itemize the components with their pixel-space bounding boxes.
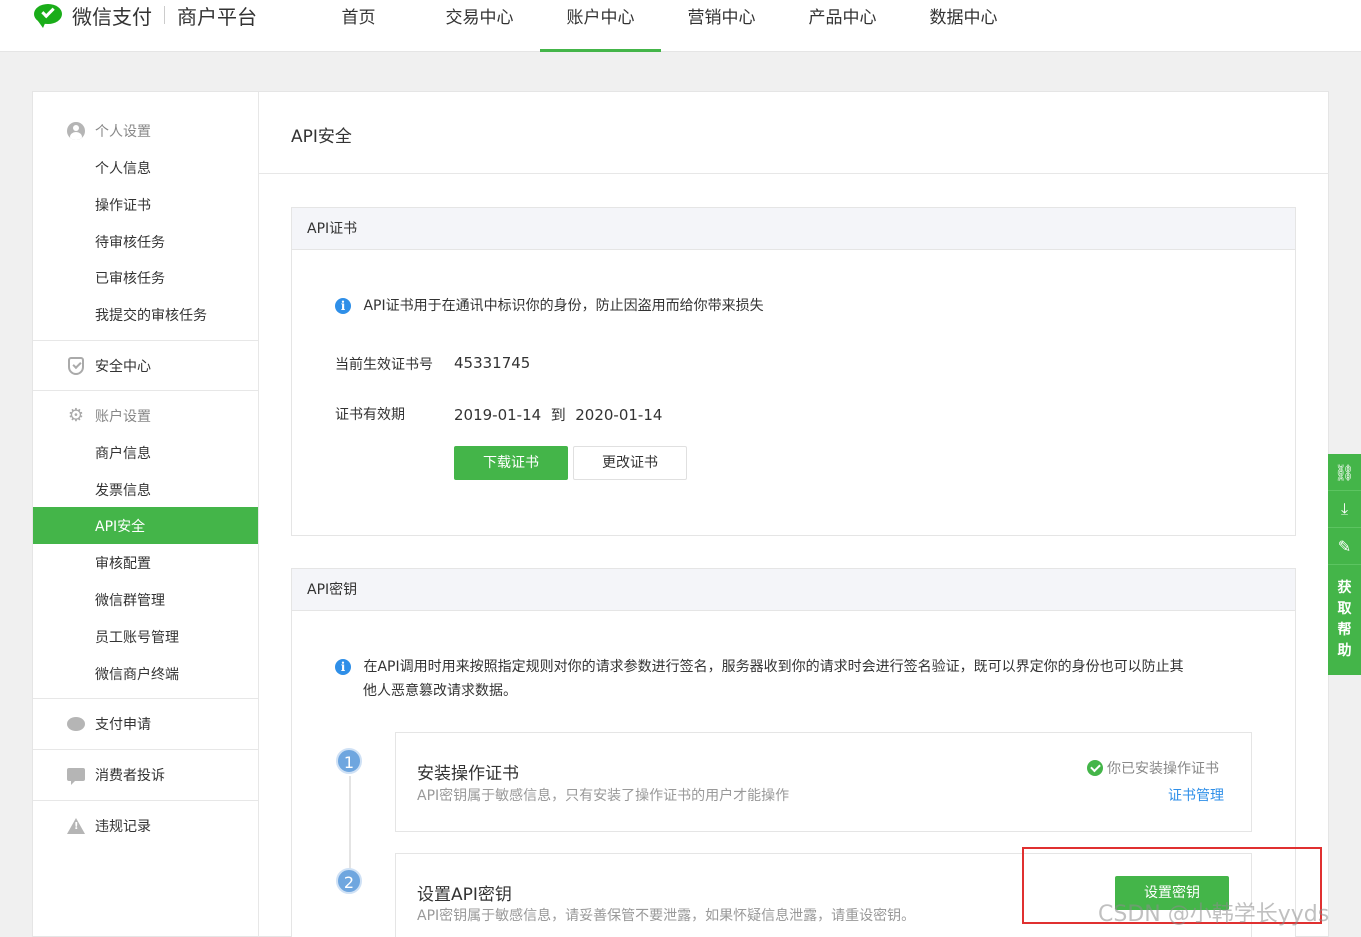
sidebar-item-complaints[interactable]: 消费者投诉	[33, 756, 258, 793]
api-key-info: i 在API调用时用来按照指定规则对你的请求参数进行签名，服务器收到你的请求时会…	[335, 656, 1184, 676]
sidebar-divider	[33, 340, 258, 341]
step-1-title: 安装操作证书	[417, 764, 519, 784]
api-cert-info-text: API证书用于在通讯中标识你的身份，防止因盗用而给你带来损失	[363, 298, 764, 314]
nav-home[interactable]: 首页	[298, 0, 419, 52]
gear-icon: ⚙	[67, 404, 85, 426]
nav-trade[interactable]: 交易中心	[419, 0, 540, 52]
sidebar-item-review-config[interactable]: 审核配置	[33, 544, 258, 581]
sidebar-group-account: ⚙ 账户设置	[33, 397, 258, 434]
help-char: 取	[1337, 601, 1352, 617]
link-icon[interactable]: ⛓	[1328, 454, 1361, 491]
api-cert-info: i API证书用于在通讯中标识你的身份，防止因盗用而给你带来损失	[335, 295, 764, 315]
sidebar-divider	[33, 749, 258, 750]
page-header: API安全	[259, 92, 1329, 174]
brand-sub: 商户平台	[177, 4, 257, 29]
nav-account[interactable]: 账户中心	[540, 0, 661, 52]
sidebar-divider	[33, 698, 258, 699]
nav-marketing[interactable]: 营销中心	[661, 0, 782, 52]
help-char: 助	[1337, 643, 1352, 659]
sidebar-item-merchant-terminal[interactable]: 微信商户终端	[33, 655, 258, 692]
sidebar-item-pending-tasks[interactable]: 待审核任务	[33, 223, 258, 260]
api-cert-header: API证书	[292, 208, 1295, 250]
check-circle-icon	[1087, 760, 1103, 776]
sidebar-group-label: 违规记录	[95, 818, 151, 835]
edit-icon[interactable]: ✎	[1328, 528, 1361, 565]
step-2-desc: API密钥属于敏感信息，请妥善保管不要泄露，如果怀疑信息泄露，请重设密钥。	[417, 908, 916, 924]
step-1-desc: API密钥属于敏感信息，只有安装了操作证书的用户才能操作	[417, 788, 790, 804]
cert-serial-row: 当前生效证书号 45331745	[335, 354, 735, 374]
help-char: 帮	[1337, 622, 1352, 638]
sidebar-item-security[interactable]: 安全中心	[33, 347, 258, 384]
brand-name: 微信支付	[72, 4, 152, 29]
floating-toolbar: ⛓ ⤓ ✎ 获 取 帮 助	[1328, 454, 1361, 675]
sidebar: 个人设置 个人信息 操作证书 待审核任务 已审核任务 我提交的审核任务 安全中心…	[33, 92, 259, 937]
info-icon: i	[335, 298, 351, 314]
sidebar-group-personal: 个人设置	[33, 112, 258, 149]
sidebar-group-label: 安全中心	[95, 358, 151, 375]
sidebar-item-pay-apply[interactable]: 支付申请	[33, 705, 258, 742]
info-icon: i	[335, 659, 351, 675]
cert-serial-label: 当前生效证书号	[335, 357, 433, 373]
step-1-card	[395, 732, 1252, 832]
watermark: CSDN @小韩学长yyds	[1098, 902, 1330, 927]
help-char: 获	[1337, 580, 1352, 596]
brand-logo[interactable]: 微信支付 商户平台	[34, 0, 257, 30]
shield-icon	[67, 356, 85, 375]
warning-icon	[67, 817, 85, 835]
cert-manage-link[interactable]: 证书管理	[1168, 785, 1224, 805]
download-icon[interactable]: ⤓	[1328, 491, 1361, 528]
sidebar-item-personal-info[interactable]: 个人信息	[33, 149, 258, 186]
sidebar-item-violations[interactable]: 违规记录	[33, 807, 258, 844]
step-1-status-text: 你已安装操作证书	[1107, 761, 1219, 777]
wechat-pay-logo-icon	[34, 2, 64, 28]
top-header: 微信支付 商户平台 首页 交易中心 账户中心 营销中心 产品中心 数据中心	[0, 0, 1361, 52]
sidebar-divider	[33, 390, 258, 391]
user-icon	[67, 121, 85, 140]
sidebar-group-label: 账户设置	[95, 408, 151, 425]
cert-validity-value: 2019-01-14 到 2020-01-14	[454, 406, 663, 424]
api-key-header: API密钥	[292, 569, 1295, 611]
change-cert-button[interactable]: 更改证书	[573, 446, 687, 480]
message-icon	[67, 766, 85, 785]
download-cert-button[interactable]: 下载证书	[454, 446, 568, 480]
sidebar-item-merchant-info[interactable]: 商户信息	[33, 434, 258, 471]
cert-validity-label: 证书有效期	[335, 407, 405, 423]
sidebar-group-label: 消费者投诉	[95, 767, 165, 784]
step-1-status: 你已安装操作证书	[1087, 758, 1219, 778]
sidebar-item-wechat-group[interactable]: 微信群管理	[33, 581, 258, 618]
cert-serial-value: 45331745	[454, 354, 531, 372]
api-key-info-line1: 在API调用时用来按照指定规则对你的请求参数进行签名，服务器收到你的请求时会进行…	[363, 659, 1184, 675]
sidebar-item-invoice-info[interactable]: 发票信息	[33, 471, 258, 508]
page-title: API安全	[291, 127, 352, 147]
main-nav: 首页 交易中心 账户中心 营销中心 产品中心 数据中心	[298, 0, 1024, 52]
step-1-badge: 1	[336, 748, 362, 774]
sidebar-item-reviewed-tasks[interactable]: 已审核任务	[33, 259, 258, 296]
chat-bubble-icon	[67, 715, 85, 733]
sidebar-item-api-security[interactable]: API安全	[33, 507, 258, 544]
get-help-button[interactable]: 获 取 帮 助	[1328, 565, 1361, 675]
cert-validity-row: 证书有效期 2019-01-14 到 2020-01-14	[335, 404, 735, 424]
sidebar-item-staff-accounts[interactable]: 员工账号管理	[33, 618, 258, 655]
sidebar-item-submitted-tasks[interactable]: 我提交的审核任务	[33, 296, 258, 333]
api-key-info-line2: 他人恶意篡改请求数据。	[363, 683, 517, 699]
sidebar-item-operation-cert[interactable]: 操作证书	[33, 186, 258, 223]
nav-product[interactable]: 产品中心	[782, 0, 903, 52]
nav-data[interactable]: 数据中心	[903, 0, 1024, 52]
brand-separator	[164, 6, 165, 24]
step-2-title: 设置API密钥	[417, 885, 512, 905]
sidebar-group-label: 个人设置	[95, 123, 151, 140]
sidebar-divider	[33, 800, 258, 801]
sidebar-group-label: 支付申请	[95, 716, 151, 733]
step-2-badge: 2	[336, 868, 362, 894]
